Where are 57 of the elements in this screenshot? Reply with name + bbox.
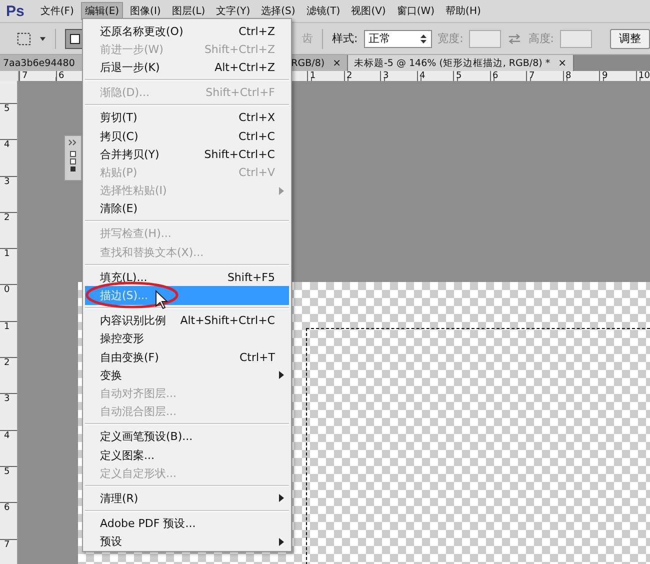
menu-option[interactable]: 变换 (83, 366, 291, 384)
menu-item[interactable]: 窗口(W) (392, 2, 439, 20)
close-tab-button[interactable]: × (558, 58, 567, 68)
ruler-number: 5 (0, 103, 17, 140)
menu-option[interactable]: Adobe PDF 预设... (83, 514, 291, 533)
rectangular-marquee-icon[interactable] (16, 30, 33, 46)
menu-option[interactable]: 后退一步(K) Alt+Ctrl+Z (83, 58, 291, 77)
ruler-number: 3 (0, 393, 17, 430)
ruler-number: 3 (0, 176, 17, 212)
menu-option[interactable]: 预设 (83, 532, 291, 551)
square-icon (70, 34, 80, 44)
menu-option[interactable]: 清除(E) (83, 200, 291, 218)
up-down-arrows-icon (420, 34, 427, 44)
tab-label: RGB/8) (291, 58, 325, 68)
menu-option[interactable]: 还原名称更改(O) Ctrl+Z (83, 22, 291, 40)
ruler-number: 6 (0, 502, 17, 539)
menu-item[interactable]: 滤镜(T) (302, 2, 344, 20)
menu-option[interactable]: 拷贝(C) Ctrl+C (83, 126, 291, 146)
menu-option[interactable]: 内容识别比例 Alt+Shift+Ctrl+C (83, 312, 291, 330)
menu-option[interactable]: 定义画笔预设(B)... (83, 428, 291, 446)
ruler-number: 1 (0, 320, 17, 358)
menu-item[interactable]: 文件(F) (36, 2, 78, 20)
menu-option[interactable]: 定义图案... (83, 446, 291, 464)
caret-icon[interactable] (38, 36, 46, 42)
swatch-icon[interactable] (70, 151, 76, 173)
tab-label: 7aa3b6e94480 (3, 58, 75, 68)
style-label: 样式: (332, 31, 358, 46)
ruler-number: 2 (0, 357, 17, 394)
ruler-number: 5 (0, 466, 17, 502)
ruler-number: 0 (0, 284, 17, 321)
menu-item[interactable]: 帮助(H) (442, 2, 485, 20)
width-label: 宽度: (438, 31, 464, 46)
anti-alias-label: 齿 (302, 31, 314, 46)
menu-item[interactable]: 视图(V) (347, 2, 390, 20)
height-label: 高度: (528, 31, 554, 46)
ruler-number: 4 (0, 430, 17, 466)
tab-label: 未标题-5 @ 146% (矩形边框描边, RGB/8) * (354, 56, 550, 70)
menu-item[interactable]: 文字(Y) (212, 2, 254, 20)
close-tab-button[interactable]: × (332, 58, 341, 68)
menu-option[interactable]: 填充(L)... Shift+F5 (83, 268, 291, 286)
menu-option[interactable]: 清理(R) (83, 489, 291, 508)
menu-option[interactable]: 合并拷贝(Y) Shift+Ctrl+C (83, 145, 291, 164)
refine-edge-button[interactable]: 调整 (610, 28, 650, 48)
style-select[interactable]: 正常 (364, 30, 432, 48)
menu-option[interactable]: 自由变换(F) Ctrl+T (83, 348, 291, 366)
menu-item[interactable]: 选择(S) (257, 2, 300, 20)
menu-option[interactable]: 操控变形 (83, 330, 291, 348)
menu-option[interactable]: 剪切(T) Ctrl+X (83, 108, 291, 127)
menu-item[interactable]: 图像(I) (126, 2, 165, 20)
menu-item[interactable]: 图层(L) (168, 2, 210, 20)
document-tab[interactable]: 未标题-5 @ 146% (矩形边框描边, RGB/8) * × (348, 55, 574, 71)
ruler-number: 7 (0, 538, 17, 564)
expand-icon[interactable] (68, 139, 78, 146)
app-logo: Ps (6, 2, 24, 20)
ruler-number: 1 (0, 248, 17, 284)
ruler-number: 2 (0, 212, 17, 248)
ruler-number: 4 (0, 139, 17, 176)
